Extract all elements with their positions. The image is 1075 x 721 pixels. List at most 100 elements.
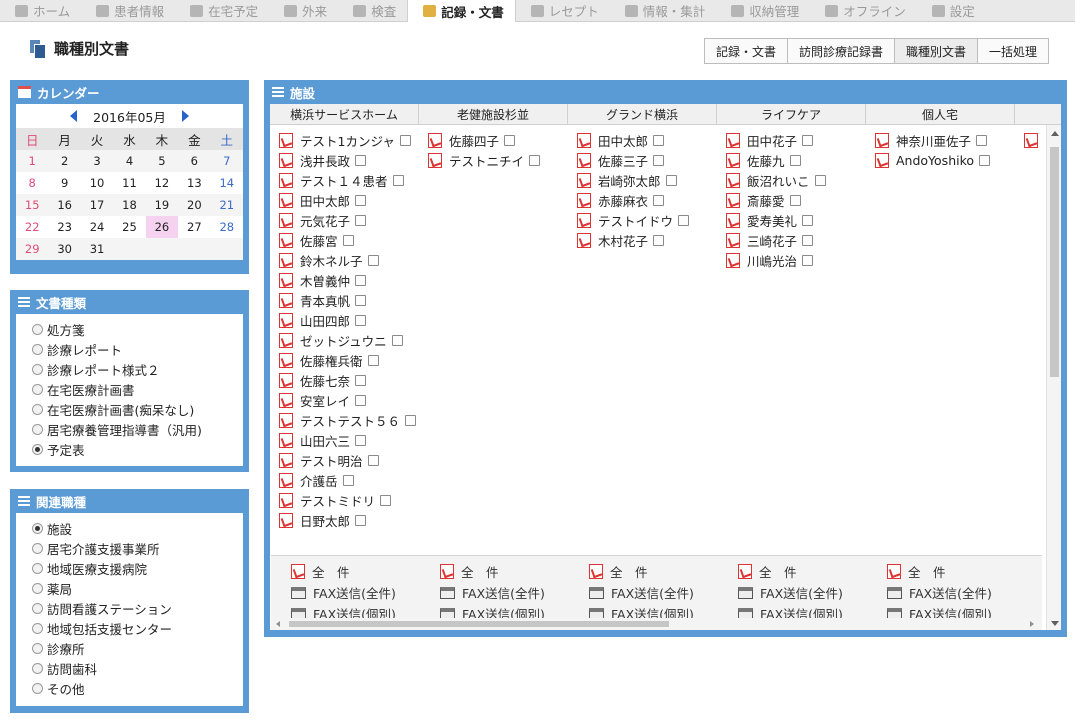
all-pdf-link[interactable]: 全 件	[440, 561, 589, 582]
calendar-day[interactable]: 27	[178, 216, 211, 238]
patient-checkbox[interactable]	[653, 234, 665, 246]
patient-name[interactable]: 斎藤愛	[747, 191, 785, 210]
radio-button[interactable]	[32, 443, 43, 455]
patient-checkbox[interactable]	[355, 514, 367, 526]
pdf-icon[interactable]	[279, 372, 293, 388]
nav-tab[interactable]: ホーム	[0, 0, 81, 21]
patient-name[interactable]: 佐藤七奈	[300, 371, 350, 390]
patient-checkbox[interactable]	[405, 414, 417, 426]
patient-checkbox[interactable]	[355, 274, 367, 286]
patient-name[interactable]: 飯沼れいこ	[747, 171, 810, 190]
pdf-icon[interactable]	[726, 152, 740, 168]
pdf-icon[interactable]	[726, 172, 740, 188]
pdf-icon[interactable]	[1024, 132, 1038, 148]
patient-checkbox[interactable]	[976, 134, 988, 146]
vertical-scrollbar[interactable]	[1046, 125, 1061, 630]
patient-checkbox[interactable]	[342, 474, 354, 486]
pdf-icon[interactable]	[279, 152, 293, 168]
prev-month-arrow-icon[interactable]	[70, 110, 78, 122]
calendar-day[interactable]: 13	[178, 172, 211, 194]
scroll-left-arrow-icon[interactable]	[276, 621, 280, 627]
all-pdf-link[interactable]: 全 件	[738, 561, 887, 582]
calendar-day[interactable]: 1	[16, 150, 49, 172]
radio-option[interactable]: 施設	[32, 518, 243, 538]
nav-tab[interactable]: レセプト	[516, 0, 610, 21]
radio-option[interactable]: 地域医療支援病院	[32, 558, 243, 578]
patient-checkbox[interactable]	[653, 154, 665, 166]
patient-name[interactable]: 介護岳	[300, 471, 338, 490]
radio-option[interactable]: 診療レポート	[32, 339, 243, 359]
scroll-right-arrow-icon[interactable]	[1030, 621, 1034, 627]
horizontal-scrollbar[interactable]	[271, 618, 1042, 630]
patient-checkbox[interactable]	[802, 214, 814, 226]
pdf-icon[interactable]	[279, 212, 293, 228]
pdf-icon[interactable]	[279, 512, 293, 528]
calendar-day[interactable]: 22	[16, 216, 49, 238]
calendar-day[interactable]: 20	[178, 194, 211, 216]
patient-checkbox[interactable]	[802, 134, 814, 146]
calendar-day[interactable]: 29	[16, 238, 49, 260]
fax-all-label[interactable]: FAX送信(全件)	[313, 583, 396, 602]
radio-option[interactable]: 在宅医療計画書(痴呆なし)	[32, 399, 243, 419]
patient-checkbox[interactable]	[789, 154, 801, 166]
nav-tab[interactable]: 在宅予定	[175, 0, 269, 21]
patient-name[interactable]: テストニチイ	[449, 151, 524, 170]
radio-option[interactable]: 居宅介護支援事業所	[32, 538, 243, 558]
radio-button[interactable]	[32, 343, 43, 355]
patient-checkbox[interactable]	[355, 214, 367, 226]
patient-checkbox[interactable]	[380, 494, 392, 506]
calendar-day[interactable]: 31	[80, 238, 114, 260]
radio-option[interactable]: 薬局	[32, 578, 243, 598]
pdf-icon[interactable]	[738, 564, 752, 579]
patient-name[interactable]: テスト１４患者	[300, 171, 388, 190]
radio-option[interactable]: 訪問歯科	[32, 658, 243, 678]
patient-name[interactable]: 赤藤麻衣	[598, 191, 648, 210]
nav-tab[interactable]: 設定	[917, 0, 986, 21]
calendar-day[interactable]: 6	[178, 150, 211, 172]
pdf-icon[interactable]	[875, 132, 889, 148]
fax-all-link[interactable]: FAX送信(全件)	[589, 582, 738, 603]
fax-all-link[interactable]: FAX送信(全件)	[440, 582, 589, 603]
nav-tab[interactable]: 情報・集計	[610, 0, 717, 21]
nav-tab[interactable]: 外来	[269, 0, 338, 21]
fax-all-label[interactable]: FAX送信(全件)	[760, 583, 843, 602]
patient-name[interactable]: 神奈川亜佐子	[896, 131, 971, 150]
patient-checkbox[interactable]	[391, 334, 403, 346]
horizontal-scroll-thumb[interactable]	[289, 621, 669, 627]
pdf-icon[interactable]	[279, 392, 293, 408]
pdf-icon[interactable]	[887, 564, 901, 579]
pdf-icon[interactable]	[726, 192, 740, 208]
nav-tab[interactable]: オフライン	[810, 0, 917, 21]
calendar-day[interactable]: 15	[16, 194, 49, 216]
pdf-icon[interactable]	[279, 492, 293, 508]
patient-checkbox[interactable]	[653, 194, 665, 206]
radio-button[interactable]	[32, 562, 43, 574]
patient-checkbox[interactable]	[355, 394, 367, 406]
patient-name[interactable]: 山田四郎	[300, 311, 350, 330]
patient-name[interactable]: 元気花子	[300, 211, 350, 230]
patient-checkbox[interactable]	[529, 154, 541, 166]
patient-checkbox[interactable]	[355, 314, 367, 326]
calendar-day[interactable]: 7	[210, 150, 243, 172]
pdf-icon[interactable]	[279, 132, 293, 148]
radio-button[interactable]	[32, 423, 43, 435]
all-label[interactable]: 全 件	[312, 562, 350, 581]
radio-button[interactable]	[32, 383, 43, 395]
patient-name[interactable]: テスト明治	[300, 451, 363, 470]
pdf-icon[interactable]	[577, 172, 591, 188]
pdf-icon[interactable]	[589, 564, 603, 579]
pdf-icon[interactable]	[577, 132, 591, 148]
patient-name[interactable]: 木曽義仲	[300, 271, 350, 290]
patient-name[interactable]: 日野太郎	[300, 511, 350, 530]
patient-name[interactable]: 佐藤宮	[300, 231, 338, 250]
patient-checkbox[interactable]	[367, 254, 379, 266]
all-pdf-link[interactable]: 全 件	[291, 561, 440, 582]
pdf-icon[interactable]	[726, 132, 740, 148]
calendar-day[interactable]: 4	[113, 150, 146, 172]
calendar-day[interactable]: 28	[210, 216, 243, 238]
calendar-day[interactable]: 5	[145, 150, 179, 172]
pdf-icon[interactable]	[279, 232, 293, 248]
patient-name[interactable]: 田中太郎	[598, 131, 648, 150]
patient-checkbox[interactable]	[789, 194, 801, 206]
pdf-icon[interactable]	[577, 152, 591, 168]
